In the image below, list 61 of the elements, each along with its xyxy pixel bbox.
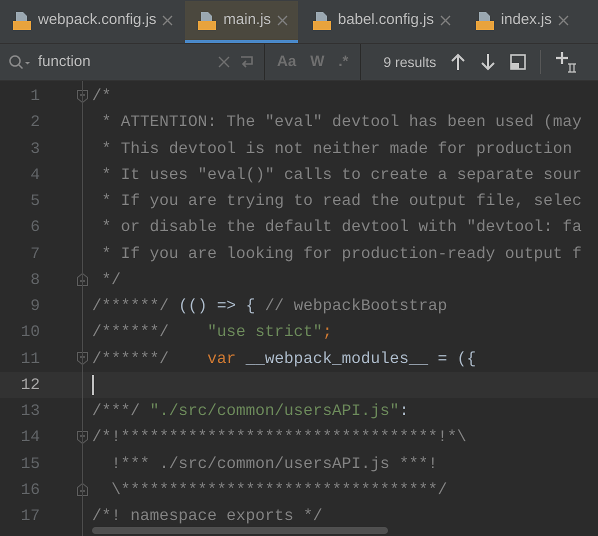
code-line: !*** ./src/common/usersAPI.js ***! [110, 454, 438, 473]
line-number: 16 [20, 480, 40, 501]
code-line: * If you are trying to read the output file, selec [100, 192, 582, 210]
unfold-icon[interactable] [77, 273, 88, 286]
editor-tab[interactable]: index.js [462, 1, 579, 43]
line-number: 14 [20, 427, 40, 448]
unfold-icon[interactable] [77, 483, 88, 496]
line-number: 9 [29, 296, 40, 318]
code-line: /*! namespace exports */ [92, 507, 322, 526]
code-line: /*!*********************************!*\ [92, 428, 466, 446]
js-file-icon [197, 10, 218, 30]
line-number: 17 [20, 506, 40, 528]
fold-icon[interactable] [77, 90, 88, 103]
code-line: * It uses "eval()" calls to create a separate sour [100, 166, 582, 184]
code-line: /******/ (() => { // webpackBootstrap [92, 297, 448, 316]
window-icon[interactable] [510, 54, 526, 70]
close-icon[interactable] [276, 15, 288, 26]
line-number: 10 [20, 322, 40, 344]
close-icon[interactable] [558, 15, 569, 26]
code-line: * This devtool is not neither made for production [100, 140, 572, 158]
editor-tab[interactable]: babel.config.js [300, 1, 461, 43]
up-arrow-icon[interactable] [450, 53, 466, 71]
close-icon[interactable] [440, 15, 451, 26]
close-icon[interactable] [162, 15, 174, 26]
clear-icon[interactable] [218, 56, 230, 68]
code-line: */ [100, 270, 121, 289]
code-line: /******/ var __webpack_modules__ = ({ [92, 350, 476, 368]
search-field[interactable]: function [38, 50, 210, 74]
code-line: \*********************************/ [110, 480, 448, 499]
wrap-icon[interactable] [238, 54, 256, 70]
code-line: * If you are looking for production-ready output f [100, 244, 582, 263]
code-line: * ATTENTION: The "eval" devtool has been used (may [100, 113, 582, 132]
js-file-icon [12, 10, 32, 30]
text-cursor [92, 374, 94, 395]
js-file-icon [312, 10, 332, 30]
down-arrow-icon[interactable] [480, 53, 496, 71]
line-number: 6 [29, 217, 40, 238]
js-file-icon [474, 10, 495, 30]
add-cursor-icon[interactable] [555, 51, 578, 73]
line-number: 7 [29, 244, 40, 265]
line-number: 2 [29, 112, 40, 134]
line-number: 11 [20, 348, 40, 370]
code-line: /***/ "./src/common/usersAPI.js": [92, 402, 409, 420]
editor-tab[interactable]: webpack.config.js [0, 1, 184, 43]
line-number: 4 [29, 164, 40, 186]
results-count: 9 results [383, 52, 436, 72]
line-number: 15 [20, 454, 40, 475]
code-line: /* [92, 87, 112, 106]
editor-tab[interactable]: main.js [185, 1, 298, 43]
line-number: 8 [29, 270, 40, 291]
line-number: 12 [20, 374, 40, 396]
line-number: 1 [29, 86, 40, 108]
line-number: 3 [29, 138, 40, 160]
code-line: /******/ "use strict"; [92, 323, 332, 342]
fold-icon[interactable] [77, 430, 88, 444]
line-number: 13 [20, 401, 40, 422]
line-number: 5 [29, 191, 40, 212]
search-icon [8, 54, 30, 70]
horizontal-scrollbar[interactable] [92, 527, 388, 534]
code-line: * or disable the default devtool with "devtool: fa [100, 218, 582, 236]
fold-icon[interactable] [77, 352, 88, 366]
